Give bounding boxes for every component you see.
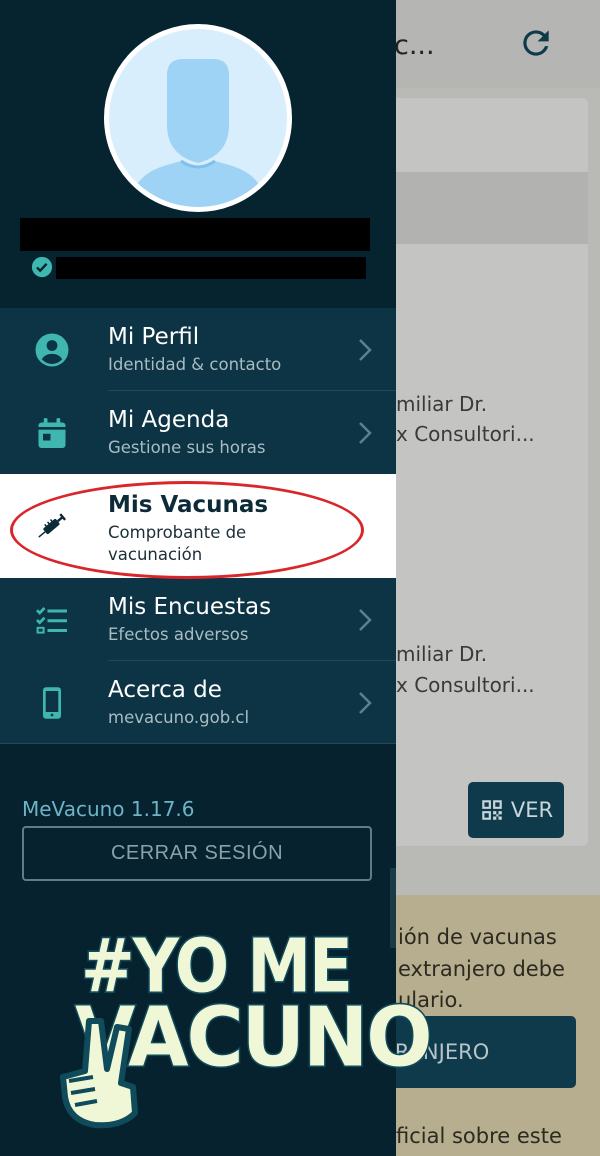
chevron-right-icon: [359, 421, 372, 444]
chevron-right-icon: [359, 691, 372, 714]
navigation-drawer: Mi Perfil Identidad & contacto Mi Agenda…: [0, 0, 434, 1156]
refresh-icon[interactable]: [517, 24, 555, 62]
card-text: miliar Dr.: [396, 392, 488, 416]
chevron-right-icon: [359, 338, 372, 361]
yo-me-vacuno-logo: #YO ME VACUNO: [55, 923, 434, 1130]
bottom-text: ficial sobre este: [396, 1124, 562, 1148]
chevron-right-icon: [359, 608, 372, 631]
menu-sublabel: Gestione sus horas: [108, 437, 266, 457]
scrollbar[interactable]: [390, 868, 396, 948]
avatar: [104, 24, 292, 212]
user-silhouette-icon: [131, 59, 265, 207]
menu-label: Mis Encuestas: [108, 593, 272, 620]
calendar-icon: [38, 417, 66, 448]
card-header-band: [372, 172, 588, 244]
notice-text: ión de vacunas: [398, 925, 557, 949]
smartphone-icon: [43, 686, 61, 719]
verified-check-icon: [31, 256, 53, 278]
redacted-name: [20, 218, 370, 251]
menu-item-mi-agenda[interactable]: Mi Agenda Gestione sus horas: [0, 391, 396, 474]
menu-label: Acerca de: [108, 676, 222, 703]
menu-sublabel: Identidad & contacto: [108, 354, 282, 374]
account-circle-icon: [35, 333, 69, 366]
notice-text: extranjero debe: [398, 957, 565, 981]
red-highlight-annotation: [10, 481, 364, 579]
menu-label: Mi Perfil: [108, 323, 200, 350]
drawer-header: [0, 0, 396, 308]
ver-label: VER: [510, 798, 554, 822]
menu-item-mis-encuestas[interactable]: Mis Encuestas Efectos adversos: [0, 578, 396, 661]
logout-button[interactable]: CERRAR SESIÓN: [22, 826, 372, 881]
peace-hand-icon: [60, 1018, 138, 1129]
app-header-title: c...: [394, 30, 435, 61]
ver-qr-button[interactable]: VER: [468, 782, 564, 838]
card-text: miliar Dr.: [396, 642, 488, 666]
checklist-icon: [36, 606, 67, 634]
app-version: MeVacuno 1.17.6: [22, 797, 195, 821]
menu-sublabel: Efectos adversos: [108, 624, 249, 644]
qr-code-icon: [482, 800, 502, 820]
card-text: x Consultori...: [396, 422, 535, 446]
menu-item-acerca-de[interactable]: Acerca de mevacuno.gob.cl: [0, 661, 396, 744]
redacted-email: [56, 257, 366, 279]
menu-item-mi-perfil[interactable]: Mi Perfil Identidad & contacto: [0, 308, 396, 391]
menu-label: Mi Agenda: [108, 406, 230, 433]
card-text: x Consultori...: [396, 673, 535, 697]
menu-sublabel: mevacuno.gob.cl: [108, 707, 250, 727]
